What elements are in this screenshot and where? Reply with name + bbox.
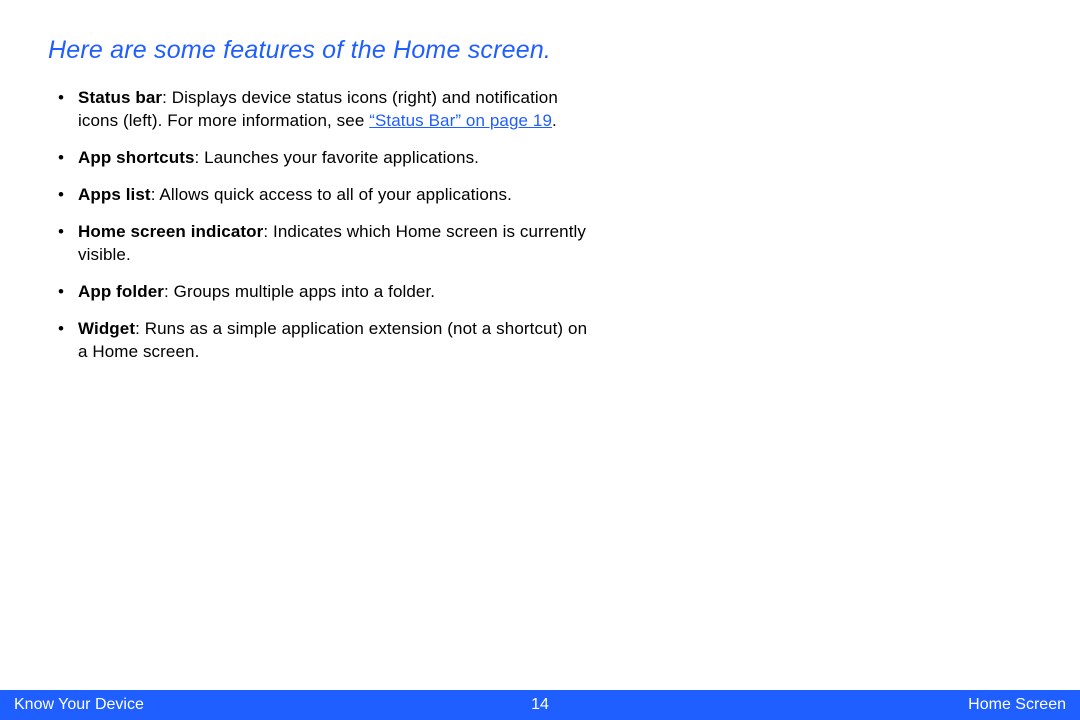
footer-bar: Know Your Device 14 Home Screen (0, 690, 1080, 720)
page-number: 14 (531, 696, 549, 714)
status-bar-link[interactable]: “Status Bar” on page 19 (369, 111, 552, 130)
footer-right: Home Screen (968, 696, 1066, 714)
footer-left: Know Your Device (14, 696, 144, 714)
list-item: Status bar: Displays device status icons… (48, 87, 588, 133)
page: Here are some features of the Home scree… (0, 0, 1080, 720)
feature-desc-tail: . (552, 111, 557, 130)
feature-term: Apps list (78, 185, 151, 204)
feature-desc: : Allows quick access to all of your app… (151, 185, 512, 204)
feature-desc: : Runs as a simple application extension… (78, 319, 587, 361)
feature-list: Status bar: Displays device status icons… (48, 87, 588, 363)
feature-desc: : Launches your favorite applications. (195, 148, 479, 167)
feature-term: App folder (78, 282, 164, 301)
list-item: App folder: Groups multiple apps into a … (48, 281, 588, 304)
list-item: Home screen indicator: Indicates which H… (48, 221, 588, 267)
feature-term: Widget (78, 319, 135, 338)
feature-desc: : Groups multiple apps into a folder. (164, 282, 435, 301)
list-item: Apps list: Allows quick access to all of… (48, 184, 588, 207)
feature-term: App shortcuts (78, 148, 195, 167)
feature-term: Home screen indicator (78, 222, 263, 241)
list-item: Widget: Runs as a simple application ext… (48, 318, 588, 364)
list-item: App shortcuts: Launches your favorite ap… (48, 147, 588, 170)
feature-term: Status bar (78, 88, 162, 107)
page-heading: Here are some features of the Home scree… (48, 36, 1032, 65)
